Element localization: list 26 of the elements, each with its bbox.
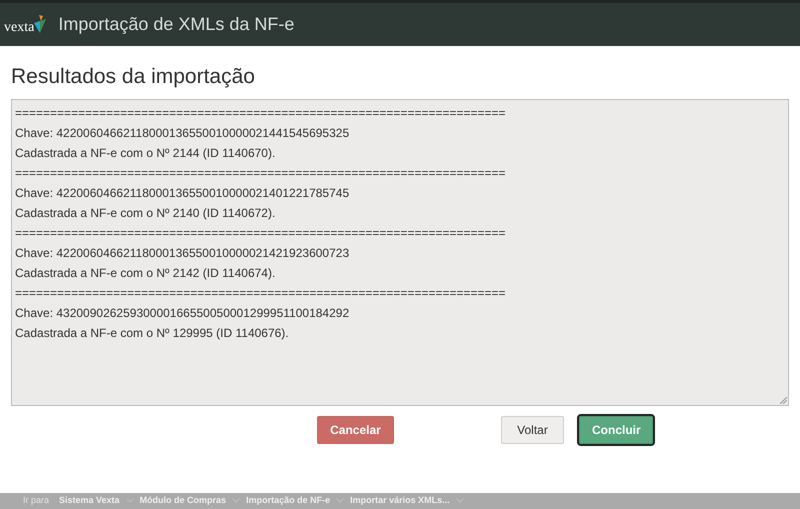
- action-button[interactable]: Concluir: [579, 416, 653, 444]
- result-line: ======================================================================: [15, 285, 507, 302]
- logo-text: vexta: [4, 20, 34, 34]
- header-title: Importação de XMLs da NF-e: [58, 13, 294, 36]
- resize-handle-icon[interactable]: [780, 397, 787, 404]
- result-line: ======================================================================: [15, 165, 507, 182]
- result-line: ======================================================================: [15, 225, 507, 242]
- logo-icon: [34, 14, 46, 32]
- result-line: Cadastrada a NF-e com o Nº 129995 (ID 1140676).: [15, 325, 290, 342]
- result-line: Chave: 42200604662118000136550010000021441545695325: [15, 125, 350, 142]
- breadcrumb-link[interactable]: Importar vários XMLs...: [350, 494, 450, 508]
- breadcrumb-link[interactable]: Importação de NF-e: [246, 494, 330, 508]
- action-button[interactable]: Cancelar: [317, 416, 394, 444]
- breadcrumb-label: Ir para: [23, 494, 50, 508]
- results-box[interactable]: [11, 99, 789, 406]
- result-line: ======================================================================: [15, 105, 507, 122]
- result-line: Chave: 42200604662118000136550010000021421923600723: [15, 245, 350, 262]
- page-title: Resultados da importação: [10, 64, 256, 90]
- result-line: Chave: 43200902625930000166550050001299951100184292: [15, 305, 350, 322]
- breadcrumb-link[interactable]: Módulo de Compras: [140, 494, 226, 508]
- result-line: Cadastrada a NF-e com o Nº 2142 (ID 1140674).: [15, 265, 276, 282]
- result-line: Chave: 42200604662118000136550010000021401221785745: [15, 185, 350, 202]
- breadcrumb-link[interactable]: Sistema Vexta: [59, 494, 120, 508]
- result-line: Cadastrada a NF-e com o Nº 2140 (ID 1140672).: [15, 205, 276, 222]
- action-button[interactable]: Voltar: [501, 416, 564, 444]
- result-line: Cadastrada a NF-e com o Nº 2144 (ID 1140670).: [15, 145, 276, 162]
